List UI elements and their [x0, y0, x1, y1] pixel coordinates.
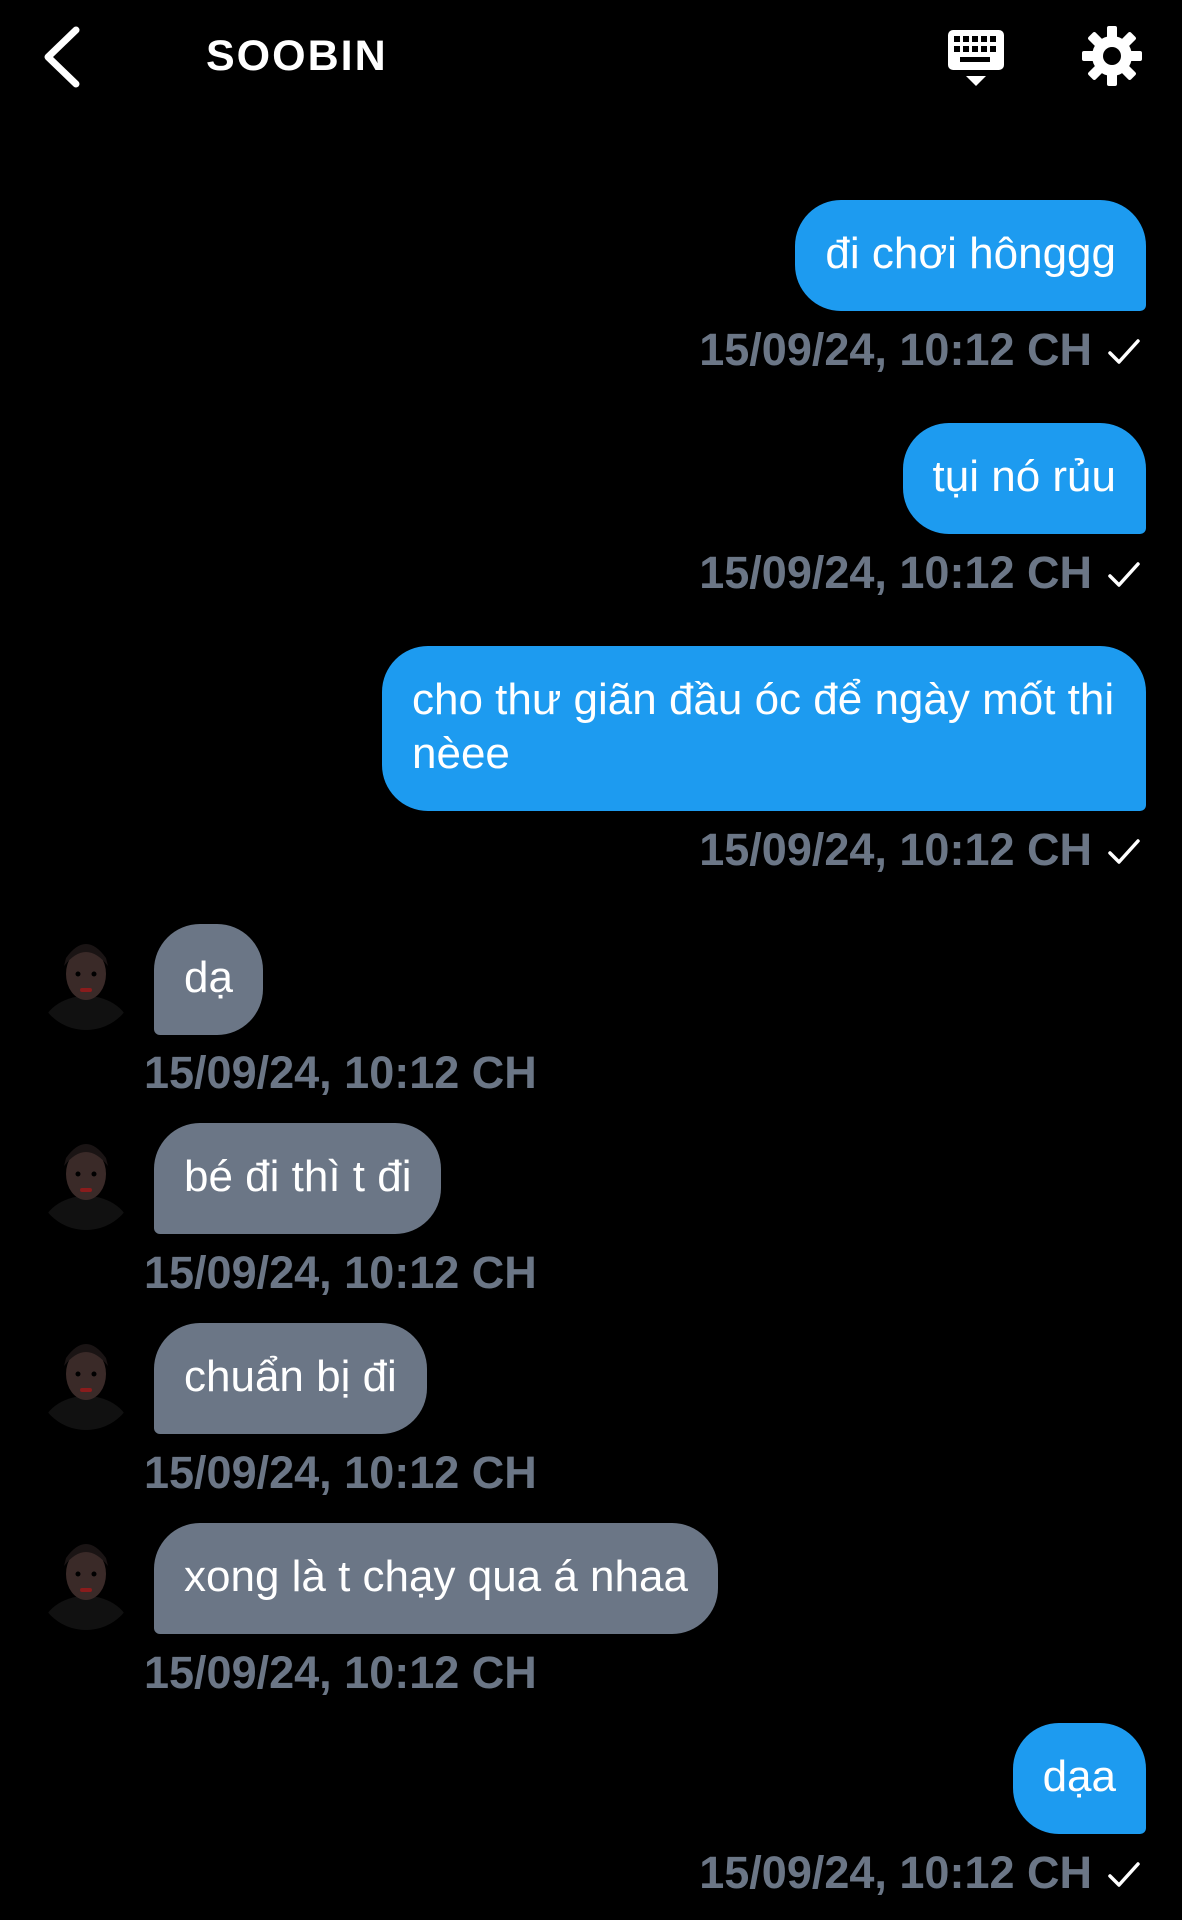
message-timestamp: 15/09/24, 10:12 CH	[699, 1847, 1092, 1898]
message-text: đi chơi hônggg	[825, 229, 1116, 278]
sent-message-bubble[interactable]: đi chơi hônggg	[795, 200, 1146, 311]
message-timestamp: 15/09/24, 10:12 CH	[144, 1047, 537, 1098]
message-timestamp: 15/09/24, 10:12 CH	[144, 1447, 537, 1498]
contact-avatar[interactable]	[36, 1330, 136, 1430]
message-timestamp: 15/09/24, 10:12 CH	[144, 1247, 537, 1298]
gear-icon	[1082, 26, 1142, 86]
received-message-bubble[interactable]: dạ	[154, 924, 263, 1035]
received-message-bubble[interactable]: chuẩn bị đi	[154, 1323, 427, 1434]
message-timestamp: 15/09/24, 10:12 CH	[144, 1647, 537, 1698]
received-message-bubble[interactable]: bé đi thì t đi	[154, 1123, 442, 1234]
avatar-image	[36, 1130, 136, 1230]
sent-message-bubble[interactable]: dạa	[1012, 1723, 1146, 1834]
message-timestamp: 15/09/24, 10:12 CH	[699, 547, 1092, 598]
checkmark-icon	[1108, 339, 1140, 364]
message-text: dạ	[184, 953, 233, 1002]
avatar-image	[36, 1530, 136, 1630]
message-text: cho thư giãn đầu óc để ngày mốt thi nèee	[412, 675, 1115, 778]
settings-button[interactable]	[1080, 24, 1144, 88]
contact-avatar[interactable]	[36, 1130, 136, 1230]
checkmark-icon	[1108, 1862, 1140, 1887]
checkmark-icon	[1108, 839, 1140, 864]
message-timestamp: 15/09/24, 10:12 CH	[699, 324, 1092, 375]
message-timestamp: 15/09/24, 10:12 CH	[699, 824, 1092, 875]
contact-avatar[interactable]	[36, 1530, 136, 1630]
back-button[interactable]	[36, 22, 92, 92]
keyboard-icon	[948, 30, 1004, 86]
sent-message-bubble[interactable]: cho thư giãn đầu óc để ngày mốt thi nèee	[382, 646, 1146, 811]
message-text: tụi nó rủu	[932, 452, 1116, 501]
contact-avatar[interactable]	[36, 930, 136, 1030]
avatar-image	[36, 930, 136, 1030]
keyboard-button[interactable]	[944, 26, 1008, 90]
message-text: xong là t chạy qua á nhaa	[184, 1552, 688, 1601]
checkmark-icon	[1108, 562, 1140, 587]
chevron-left-icon	[44, 26, 80, 88]
avatar-image	[36, 1330, 136, 1430]
received-message-bubble[interactable]: xong là t chạy qua á nhaa	[154, 1523, 718, 1634]
sent-message-bubble[interactable]: tụi nó rủu	[902, 423, 1146, 534]
chat-header: SOOBIN	[0, 0, 1182, 118]
message-text: bé đi thì t đi	[184, 1152, 412, 1201]
message-text: dạa	[1042, 1752, 1116, 1801]
message-text: chuẩn bị đi	[184, 1352, 397, 1401]
chat-title: SOOBIN	[206, 32, 388, 80]
